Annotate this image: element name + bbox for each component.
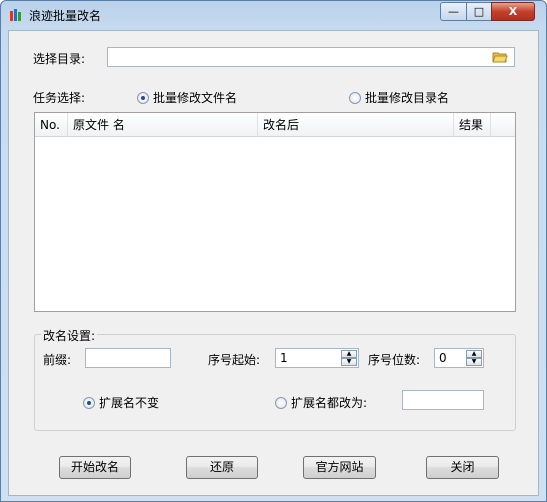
close-window-button[interactable]: X [491, 2, 535, 21]
radio-rename-dirs[interactable]: 批量修改目录名 [349, 89, 449, 106]
seq-digits-label: 序号位数: [368, 353, 421, 367]
maximize-button[interactable]: □ [466, 2, 492, 21]
radio-selected-icon [137, 91, 149, 104]
column-header-original[interactable]: 原文件 名 [68, 113, 258, 137]
radio-ext-keep-label: 扩展名不变 [99, 396, 160, 410]
seq-start-value: 1 [280, 351, 288, 365]
close-button[interactable]: 关闭 [426, 456, 499, 479]
radio-unselected-icon [349, 91, 361, 104]
column-header-result[interactable]: 结果 [454, 113, 491, 137]
prefix-input[interactable] [85, 348, 171, 368]
file-list-header: No. 原文件 名 改名后 结果 [35, 113, 515, 137]
website-button[interactable]: 官方网站 [303, 456, 376, 479]
spin-down-icon[interactable]: ▼ [341, 358, 357, 366]
radio-selected-icon [83, 396, 95, 409]
radio-ext-change-label: 扩展名都改为: [291, 396, 368, 410]
folder-open-icon[interactable] [492, 50, 508, 64]
seq-start-spinner[interactable]: 1 ▲ ▼ [275, 348, 359, 368]
minimize-button[interactable]: — [440, 2, 467, 21]
radio-ext-change[interactable]: 扩展名都改为: [275, 394, 367, 411]
directory-label: 选择目录: [33, 52, 86, 66]
seq-digits-value: 0 [439, 351, 447, 365]
radio-unselected-icon [275, 396, 287, 409]
ext-change-input[interactable] [402, 390, 484, 410]
title-bar[interactable]: 浪迹批量改名 — □ X [1, 1, 546, 29]
spin-up-icon[interactable]: ▲ [341, 350, 357, 358]
directory-input[interactable] [107, 47, 515, 67]
prefix-label: 前缀: [43, 353, 72, 367]
seq-start-label: 序号起始: [208, 353, 261, 367]
radio-ext-keep[interactable]: 扩展名不变 [83, 394, 159, 411]
column-header-no[interactable]: No. [35, 113, 68, 137]
radio-rename-files-label: 批量修改文件名 [153, 91, 238, 105]
rename-settings-group: 改名设置: 前缀: 序号起始: 1 ▲ ▼ 序号位数: 0 ▲ ▼ 扩展名不变 … [34, 327, 516, 431]
app-books-icon [10, 9, 21, 21]
column-header-renamed[interactable]: 改名后 [258, 113, 454, 137]
rename-settings-title: 改名设置: [41, 327, 98, 344]
spin-down-icon[interactable]: ▼ [466, 358, 482, 366]
client-area: 选择目录: 任务选择: 批量修改文件名 批量修改目录名 No. 原文件 名 改名… [8, 30, 539, 496]
app-window: 浪迹批量改名 — □ X 选择目录: 任务选择: 批量修改文件名 批量修改目录名… [0, 0, 547, 502]
window-title: 浪迹批量改名 [29, 9, 102, 23]
radio-rename-dirs-label: 批量修改目录名 [365, 91, 450, 105]
spin-up-icon[interactable]: ▲ [466, 350, 482, 358]
start-rename-button[interactable]: 开始改名 [59, 456, 131, 479]
column-header-filler [491, 113, 515, 137]
radio-rename-files[interactable]: 批量修改文件名 [137, 89, 237, 106]
task-label: 任务选择: [33, 91, 86, 105]
restore-button[interactable]: 还原 [186, 456, 258, 479]
file-list[interactable]: No. 原文件 名 改名后 结果 [34, 112, 516, 312]
seq-digits-spinner[interactable]: 0 ▲ ▼ [434, 348, 484, 368]
